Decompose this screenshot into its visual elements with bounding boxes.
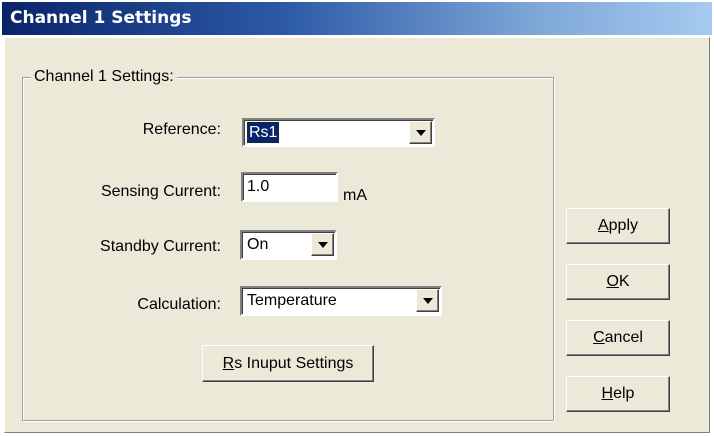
standby-dropdown-arrow-icon[interactable] xyxy=(311,233,334,256)
ok-label: K xyxy=(618,273,630,290)
dialog-client-area: Channel 1 Settings: Reference: Rs1 Sensi… xyxy=(4,37,710,433)
dialog-title-bar[interactable]: Channel 1 Settings xyxy=(2,2,712,35)
rs-input-settings-button[interactable]: Rs Inuput Settings xyxy=(202,345,374,382)
help-mnemonic: H xyxy=(601,385,614,402)
help-button[interactable]: Help xyxy=(566,376,670,412)
calculation-select[interactable]: Temperature xyxy=(240,286,442,316)
help-label: elp xyxy=(613,385,635,402)
standby-current-value: On xyxy=(247,236,269,253)
reference-dropdown-arrow-icon[interactable] xyxy=(409,121,432,144)
reference-label: Reference: xyxy=(142,121,221,138)
group-legend: Channel 1 Settings: xyxy=(31,68,177,86)
ok-button[interactable]: OK xyxy=(566,264,670,300)
reference-select[interactable]: Rs1 xyxy=(242,118,435,147)
ok-mnemonic: O xyxy=(606,273,619,290)
sensing-current-label: Sensing Current: xyxy=(100,183,221,200)
dialog-title: Channel 1 Settings xyxy=(10,8,192,28)
apply-mnemonic: A xyxy=(597,217,609,234)
cancel-button[interactable]: Cancel xyxy=(566,320,670,356)
calculation-dropdown-arrow-icon[interactable] xyxy=(416,289,439,312)
calculation-value: Temperature xyxy=(247,292,337,309)
sensing-current-input[interactable]: 1.0 xyxy=(241,172,338,202)
rs-input-label: s Inuput Settings xyxy=(234,355,354,372)
standby-current-select[interactable]: On xyxy=(240,230,337,260)
standby-current-label: Standby Current: xyxy=(100,238,221,255)
sensing-current-unit: mA xyxy=(343,187,367,204)
calculation-label: Calculation: xyxy=(137,296,221,313)
settings-dialog: Channel 1 Settings Channel 1 Settings: R… xyxy=(0,0,714,436)
apply-button[interactable]: Apply xyxy=(566,208,670,244)
rs-input-mnemonic: R xyxy=(222,355,235,372)
cancel-mnemonic: C xyxy=(593,329,605,346)
cancel-label: ancel xyxy=(604,329,643,346)
apply-label: pply xyxy=(608,217,639,234)
reference-value: Rs1 xyxy=(245,121,281,144)
